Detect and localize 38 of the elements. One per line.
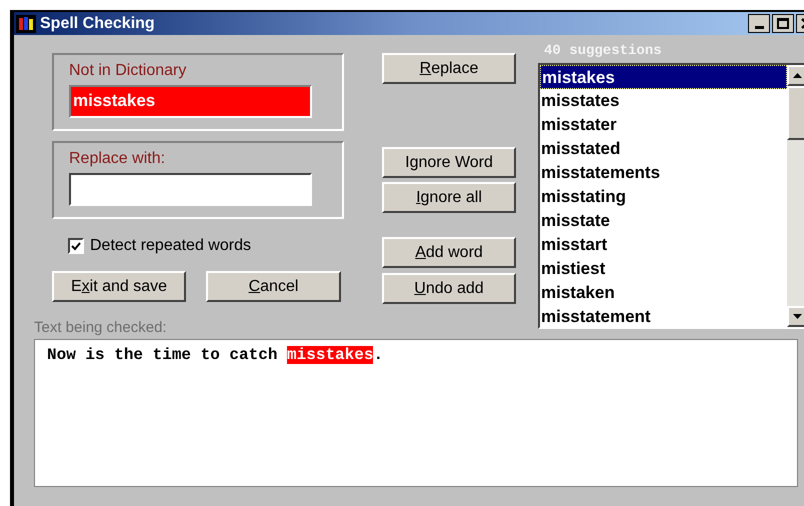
field-label: Replace with: xyxy=(69,149,166,169)
misspelled-word-field[interactable]: misstakes xyxy=(69,85,312,118)
suggestion-item[interactable]: misstart xyxy=(540,233,787,257)
dialog-button[interactable]: Ignore all xyxy=(382,182,516,213)
maximize-button[interactable] xyxy=(772,14,794,33)
dialog-button[interactable]: Ignore Word xyxy=(382,147,516,178)
checked-sentence: Now is the time to catch misstakes. xyxy=(47,345,384,365)
checkbox-label: Detect repeated words xyxy=(90,236,251,256)
suggestion-item[interactable]: misstatement xyxy=(540,305,787,327)
dialog-button[interactable]: Replace xyxy=(382,53,516,84)
replace-field[interactable] xyxy=(69,173,312,206)
suggestion-item[interactable]: misstated xyxy=(540,137,787,161)
down-arrow-icon xyxy=(793,314,802,319)
minimize-button[interactable] xyxy=(748,14,770,33)
suggestion-list[interactable]: mistakes misstates misstater misstated misstatements misstating misstate misstart mistiest mistaken misstatement xyxy=(538,63,804,329)
dialog-button[interactable]: Cancel xyxy=(206,271,341,302)
suggestion-item[interactable]: misstates xyxy=(540,89,787,113)
suggestion-item[interactable]: misstater xyxy=(540,113,787,137)
suggestion-item[interactable]: mistiest xyxy=(540,257,787,281)
checkbox[interactable] xyxy=(68,238,84,254)
scroll-down-button[interactable] xyxy=(787,306,804,327)
app-icon xyxy=(16,14,36,32)
scrollbar[interactable] xyxy=(787,65,804,327)
scroll-thumb[interactable] xyxy=(787,86,804,140)
suggestion-item[interactable]: misstating xyxy=(540,185,787,209)
scroll-up-button[interactable] xyxy=(787,65,804,86)
suggestion-item[interactable]: mistaken xyxy=(540,281,787,305)
dialog-button[interactable]: Exit and save xyxy=(52,271,186,302)
suggestion-item[interactable]: misstatements xyxy=(540,161,787,185)
dialog-button[interactable]: Undo add xyxy=(382,273,516,304)
up-arrow-icon xyxy=(793,73,802,78)
text-label: Text being checked: xyxy=(34,319,168,337)
suggestion-item[interactable]: mistakes xyxy=(540,65,787,89)
check-icon xyxy=(71,242,81,250)
suggestion-item[interactable]: misstate xyxy=(540,209,787,233)
field-label: Not in Dictionary xyxy=(69,61,188,81)
window-title: Spell Checking xyxy=(40,16,155,32)
dialog-button[interactable]: Add word xyxy=(382,237,516,268)
